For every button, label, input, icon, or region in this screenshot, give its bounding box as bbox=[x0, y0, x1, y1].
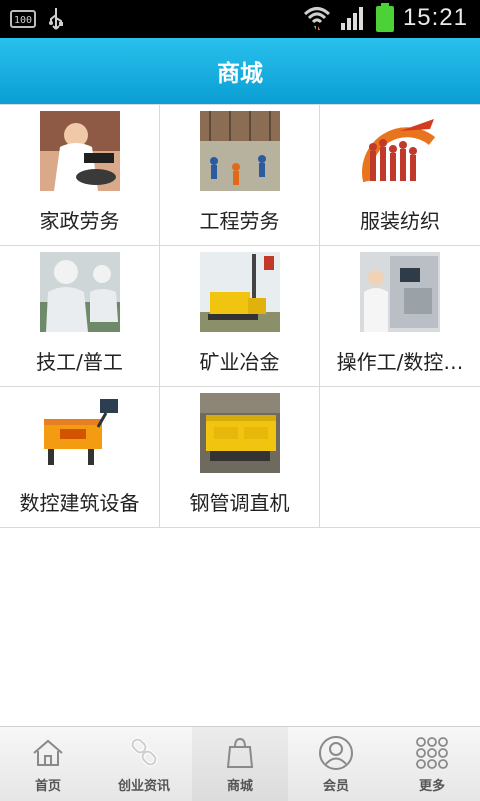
battery-icon bbox=[375, 3, 394, 32]
cnc-operator-photo bbox=[360, 252, 440, 332]
signal-icon bbox=[340, 7, 363, 30]
tab-news[interactable]: 创业资讯 bbox=[96, 727, 192, 801]
link-icon bbox=[130, 737, 158, 767]
category-label: 技工/普工 bbox=[36, 350, 123, 374]
category-item-technician[interactable]: 技工/普工 bbox=[0, 246, 160, 386]
category-item-construction-labor[interactable]: 工程劳务 bbox=[160, 105, 320, 245]
category-item-cnc-equipment[interactable]: 数控建筑设备 bbox=[0, 387, 160, 527]
tab-member[interactable]: 会员 bbox=[288, 727, 384, 801]
tab-label: 商城 bbox=[226, 779, 253, 794]
category-label: 家政劳务 bbox=[39, 209, 120, 233]
category-item-pipe-straightener[interactable]: 钢管调直机 bbox=[160, 387, 320, 527]
category-label: 服装纺织 bbox=[360, 209, 440, 233]
bottom-tab-bar: 首页 创业资讯 商城 会员 更多 bbox=[0, 726, 480, 801]
clock: 15:21 bbox=[402, 4, 468, 31]
battery-100-icon: 100 bbox=[10, 10, 36, 28]
home-icon bbox=[33, 739, 63, 766]
category-label: 钢管调直机 bbox=[189, 491, 290, 515]
category-label: 数控建筑设备 bbox=[19, 491, 140, 515]
tab-label: 首页 bbox=[34, 779, 61, 794]
category-item-mining[interactable]: 矿业冶金 bbox=[160, 246, 320, 386]
grid-row: 技工/普工 矿业冶金 操作工/数控… bbox=[0, 246, 480, 387]
grid-row: 数控建筑设备 钢管调直机 bbox=[0, 387, 480, 528]
status-bar: 100 15:21 bbox=[0, 0, 480, 38]
tab-label: 创业资讯 bbox=[117, 779, 170, 794]
domestic-service-photo bbox=[40, 111, 120, 191]
construction-labor-photo bbox=[200, 111, 280, 191]
empty-cell bbox=[320, 387, 480, 527]
category-item-textile[interactable]: 服装纺织 bbox=[320, 105, 480, 245]
tab-mall[interactable]: 商城 bbox=[192, 727, 288, 801]
category-item-domestic-service[interactable]: 家政劳务 bbox=[0, 105, 160, 245]
page-title: 商城 bbox=[0, 38, 480, 104]
category-label: 操作工/数控… bbox=[336, 350, 464, 374]
tab-label: 会员 bbox=[322, 779, 349, 794]
wifi-icon bbox=[303, 7, 330, 30]
category-label: 矿业冶金 bbox=[199, 350, 280, 374]
category-label: 工程劳务 bbox=[199, 209, 280, 233]
grid-row: 家政劳务 工程劳务 服装纺织 bbox=[0, 105, 480, 246]
tab-home[interactable]: 首页 bbox=[0, 727, 96, 801]
tab-label: 更多 bbox=[418, 779, 445, 794]
usb-icon bbox=[49, 8, 63, 30]
user-icon bbox=[319, 736, 353, 770]
mining-photo bbox=[200, 252, 280, 332]
technician-photo bbox=[40, 252, 120, 332]
tab-more[interactable]: 更多 bbox=[384, 727, 480, 801]
category-item-cnc-operator[interactable]: 操作工/数控… bbox=[320, 246, 480, 386]
textile-photo bbox=[360, 111, 440, 191]
shopping-bag-icon bbox=[226, 737, 254, 768]
cnc-equipment-photo bbox=[40, 393, 120, 473]
more-grid-icon bbox=[416, 737, 448, 769]
pipe-straightener-photo bbox=[200, 393, 280, 473]
category-grid: 家政劳务 工程劳务 服装纺织 技工/普工 矿业冶金 操作工/数控… 数控建筑设备… bbox=[0, 104, 480, 528]
